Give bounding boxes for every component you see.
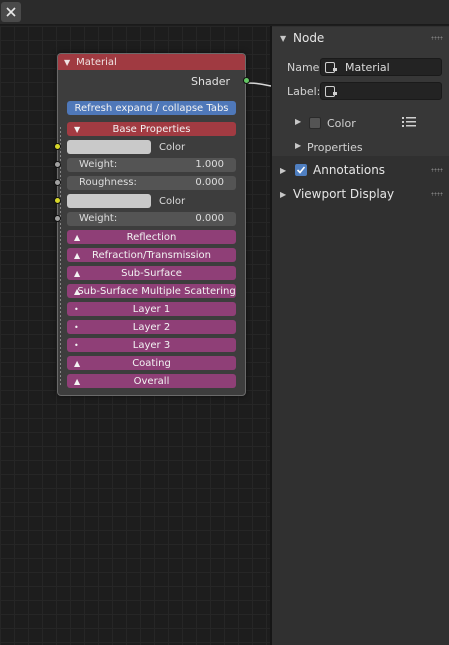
annotations-label: Annotations: [313, 163, 386, 177]
triangle-right-icon: ▶: [295, 117, 302, 126]
refresh-tabs-label: Refresh expand / collapse Tabs: [74, 102, 229, 114]
annotations-checkbox[interactable]: [295, 164, 307, 176]
node-section-header[interactable]: ▼ Node: [272, 27, 449, 49]
tab-label: Reflection: [126, 231, 177, 243]
shader-output-label: Shader: [191, 75, 230, 88]
tab-label: Layer 3: [132, 339, 171, 351]
triangle-up-icon: ▲: [74, 268, 81, 278]
weight-2-slider[interactable]: Weight: 0.000: [67, 212, 236, 226]
triangle-up-icon: ▲: [74, 286, 81, 296]
name-value: Material: [345, 61, 390, 74]
material-node[interactable]: ▼ Material Shader Refresh expand / colla…: [54, 53, 250, 396]
color-label: Color: [159, 142, 186, 153]
weight-input-socket[interactable]: [54, 161, 61, 168]
triangle-up-icon: ▲: [74, 232, 81, 242]
annotations-section-header[interactable]: ▶ Annotations: [272, 159, 449, 181]
dot-icon: •: [74, 304, 79, 314]
dot-icon: •: [74, 322, 79, 332]
triangle-right-icon: ▶: [280, 165, 287, 175]
properties-label: Properties: [307, 141, 363, 154]
weight-value: 1.000: [195, 159, 224, 170]
sidebar-panel: ▼ Node Name: Material Label: ▶ Color ▶ P…: [272, 26, 449, 645]
tab-label: Layer 1: [132, 303, 171, 315]
weight-2-value: 0.000: [195, 213, 224, 224]
color-2-swatch[interactable]: [67, 194, 151, 208]
weight-label: Weight:: [79, 159, 118, 170]
triangle-right-icon: ▶: [280, 189, 287, 199]
node-name-icon: [325, 62, 337, 73]
node-header[interactable]: ▼ Material: [58, 54, 245, 70]
roughness-label: Roughness:: [79, 177, 137, 188]
preset-list-icon[interactable]: [402, 116, 416, 128]
label-label: Label:: [287, 85, 321, 98]
tab-label: Refraction/Transmission: [91, 249, 212, 261]
tab-label: Coating: [132, 357, 171, 369]
viewport-display-section-header[interactable]: ▶ Viewport Display: [272, 183, 449, 205]
refresh-tabs-button[interactable]: Refresh expand / collapse Tabs: [67, 101, 236, 115]
shader-output-row: Shader: [58, 70, 250, 92]
weight-2-input-socket[interactable]: [54, 215, 61, 222]
color-input-socket[interactable]: [54, 143, 61, 150]
drag-grip-icon[interactable]: [431, 36, 443, 40]
tab-label: Overall: [133, 375, 170, 387]
close-icon: [6, 7, 16, 17]
triangle-up-icon: ▲: [74, 250, 81, 260]
node-label-icon: [325, 86, 337, 97]
close-button[interactable]: [1, 2, 21, 22]
base-properties-tab[interactable]: ▼ Base Properties: [67, 122, 236, 136]
tab-coating[interactable]: ▲ Coating: [67, 356, 236, 370]
color-2-label: Color: [159, 196, 186, 207]
triangle-down-icon: ▼: [280, 33, 287, 43]
properties-subpanel-header[interactable]: ▶ Properties: [272, 137, 449, 157]
top-header-bar: [0, 0, 449, 25]
checkmark-icon: [296, 166, 306, 174]
tab-layer-1[interactable]: • Layer 1: [67, 302, 236, 316]
collapse-node-icon[interactable]: ▼: [64, 58, 70, 67]
node-title: Material: [76, 56, 117, 68]
base-properties-label: Base Properties: [112, 123, 191, 135]
color-checkbox[interactable]: [309, 117, 321, 129]
dot-icon: •: [74, 340, 79, 350]
node-section: ▼ Node Name: Material Label: ▶ Color ▶ P…: [272, 27, 449, 156]
tab-refraction-transmission[interactable]: ▲ Refraction/Transmission: [67, 248, 236, 262]
roughness-input-socket[interactable]: [54, 179, 61, 186]
color-subpanel-header[interactable]: ▶ Color: [272, 113, 449, 133]
triangle-up-icon: ▲: [74, 376, 81, 386]
tab-layer-2[interactable]: • Layer 2: [67, 320, 236, 334]
weight-2-label: Weight:: [79, 213, 118, 224]
triangle-right-icon: ▶: [295, 141, 302, 150]
tab-overall[interactable]: ▲ Overall: [67, 374, 236, 388]
tab-sub-surface-multiple-scattering[interactable]: ▲ Sub-Surface Multiple Scattering: [67, 284, 236, 298]
weight-slider[interactable]: Weight: 1.000: [67, 158, 236, 172]
tab-sub-surface[interactable]: ▲ Sub-Surface: [67, 266, 236, 280]
node-section-title: Node: [293, 31, 325, 45]
drag-grip-icon[interactable]: [431, 192, 443, 196]
color-2-input-socket[interactable]: [54, 197, 61, 204]
tab-label: Sub-Surface: [121, 267, 182, 279]
label-field[interactable]: [320, 82, 442, 100]
viewport-display-label: Viewport Display: [293, 187, 395, 201]
drag-grip-icon[interactable]: [431, 168, 443, 172]
triangle-down-icon: ▼: [74, 124, 81, 134]
tab-layer-3[interactable]: • Layer 3: [67, 338, 236, 352]
roughness-slider[interactable]: Roughness: 0.000: [67, 176, 236, 190]
name-field[interactable]: Material: [320, 58, 442, 76]
triangle-up-icon: ▲: [74, 358, 81, 368]
roughness-value: 0.000: [195, 177, 224, 188]
tab-label: Sub-Surface Multiple Scattering: [77, 285, 236, 297]
color-subpanel-label: Color: [327, 117, 356, 130]
color-swatch[interactable]: [67, 140, 151, 154]
tab-label: Layer 2: [132, 321, 171, 333]
shader-output-socket[interactable]: [243, 77, 250, 84]
name-label: Name:: [287, 61, 324, 74]
tab-reflection[interactable]: ▲ Reflection: [67, 230, 236, 244]
